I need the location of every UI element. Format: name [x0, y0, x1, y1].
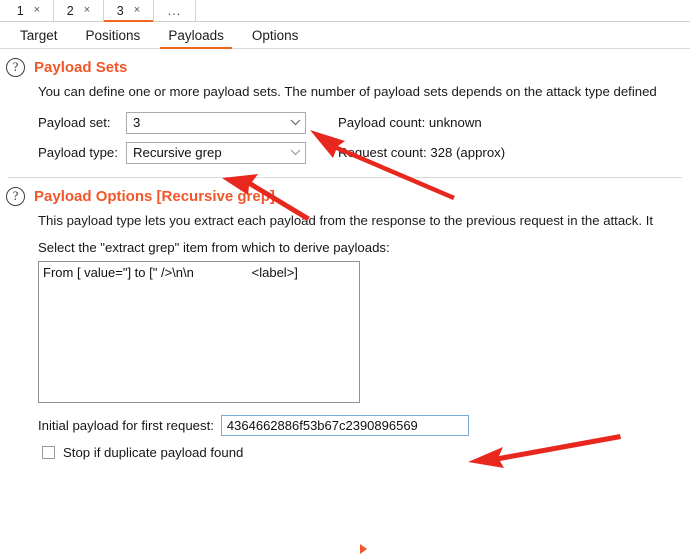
payload-sets-section: ? Payload Sets You can define one or mor… — [0, 49, 690, 178]
attack-tab-3[interactable]: 3 × — [104, 0, 154, 22]
attack-tab-overflow[interactable]: ... — [154, 0, 196, 21]
tab-payloads[interactable]: Payloads — [154, 22, 238, 49]
initial-payload-input[interactable]: 4364662886f53b67c2390896569 — [220, 415, 469, 436]
attack-tab-1[interactable]: 1 × — [4, 0, 54, 21]
stop-duplicate-row[interactable]: Stop if duplicate payload found — [42, 445, 690, 460]
triangle-marker-icon — [360, 544, 367, 554]
payload-sets-form: Payload set: 3 Payload count: unknown Pa… — [0, 110, 690, 165]
chevron-down-icon[interactable] — [285, 119, 305, 126]
attack-tab-label: 1 — [16, 3, 24, 18]
chevron-down-icon[interactable] — [285, 149, 305, 156]
attack-tab-label: 2 — [66, 3, 74, 18]
grep-item-listbox[interactable]: From [ value="] to [" />\n\n <label>] — [38, 261, 360, 403]
payload-type-row: Payload type: Recursive grep Request cou… — [38, 140, 690, 165]
payload-type-dropdown[interactable]: Recursive grep — [126, 141, 306, 164]
attack-tab-label: 3 — [116, 3, 124, 18]
tab-positions[interactable]: Positions — [72, 22, 155, 49]
tab-strip-filler — [196, 0, 690, 21]
close-icon[interactable]: × — [134, 5, 140, 16]
payload-sets-description: You can define one or more payload sets.… — [38, 84, 657, 99]
attack-tab-strip: 1 × 2 × 3 × ... — [0, 0, 690, 22]
tab-target[interactable]: Target — [6, 22, 72, 49]
payload-set-label: Payload set: — [38, 115, 111, 130]
payload-options-title: Payload Options [Recursive grep] — [34, 188, 275, 205]
payload-set-row: Payload set: 3 Payload count: unknown — [38, 110, 690, 135]
stop-duplicate-checkbox[interactable] — [42, 446, 55, 459]
help-icon[interactable]: ? — [6, 187, 25, 206]
payload-options-header: ? Payload Options [Recursive grep] — [0, 178, 690, 208]
attack-tab-2[interactable]: 2 × — [54, 0, 104, 21]
initial-payload-label: Initial payload for first request: — [38, 418, 214, 433]
grep-select-label: Select the "extract grep" item from whic… — [38, 240, 390, 255]
attack-tab-label: ... — [167, 4, 182, 18]
tab-options[interactable]: Options — [238, 22, 313, 49]
payload-count-label: Payload count: unknown — [338, 115, 482, 130]
payload-sets-title: Payload Sets — [34, 59, 128, 76]
initial-payload-row: Initial payload for first request: 43646… — [38, 415, 690, 436]
payload-set-dropdown[interactable]: 3 — [126, 111, 306, 134]
list-item[interactable]: From [ value="] to [" />\n\n <label>] — [39, 262, 359, 280]
payload-sets-header: ? Payload Sets — [0, 49, 690, 79]
help-icon[interactable]: ? — [6, 58, 25, 77]
stop-duplicate-label: Stop if duplicate payload found — [63, 445, 244, 460]
section-tab-bar: Target Positions Payloads Options — [0, 22, 690, 49]
payload-type-value: Recursive grep — [133, 145, 222, 160]
close-icon[interactable]: × — [84, 5, 90, 16]
request-count-label: Request count: 328 (approx) — [338, 145, 506, 160]
payload-options-description: This payload type lets you extract each … — [38, 213, 654, 228]
payload-set-value: 3 — [133, 115, 141, 130]
close-icon[interactable]: × — [34, 5, 40, 16]
payload-type-label: Payload type: — [38, 145, 118, 160]
payload-options-section: ? Payload Options [Recursive grep] This … — [0, 178, 690, 554]
